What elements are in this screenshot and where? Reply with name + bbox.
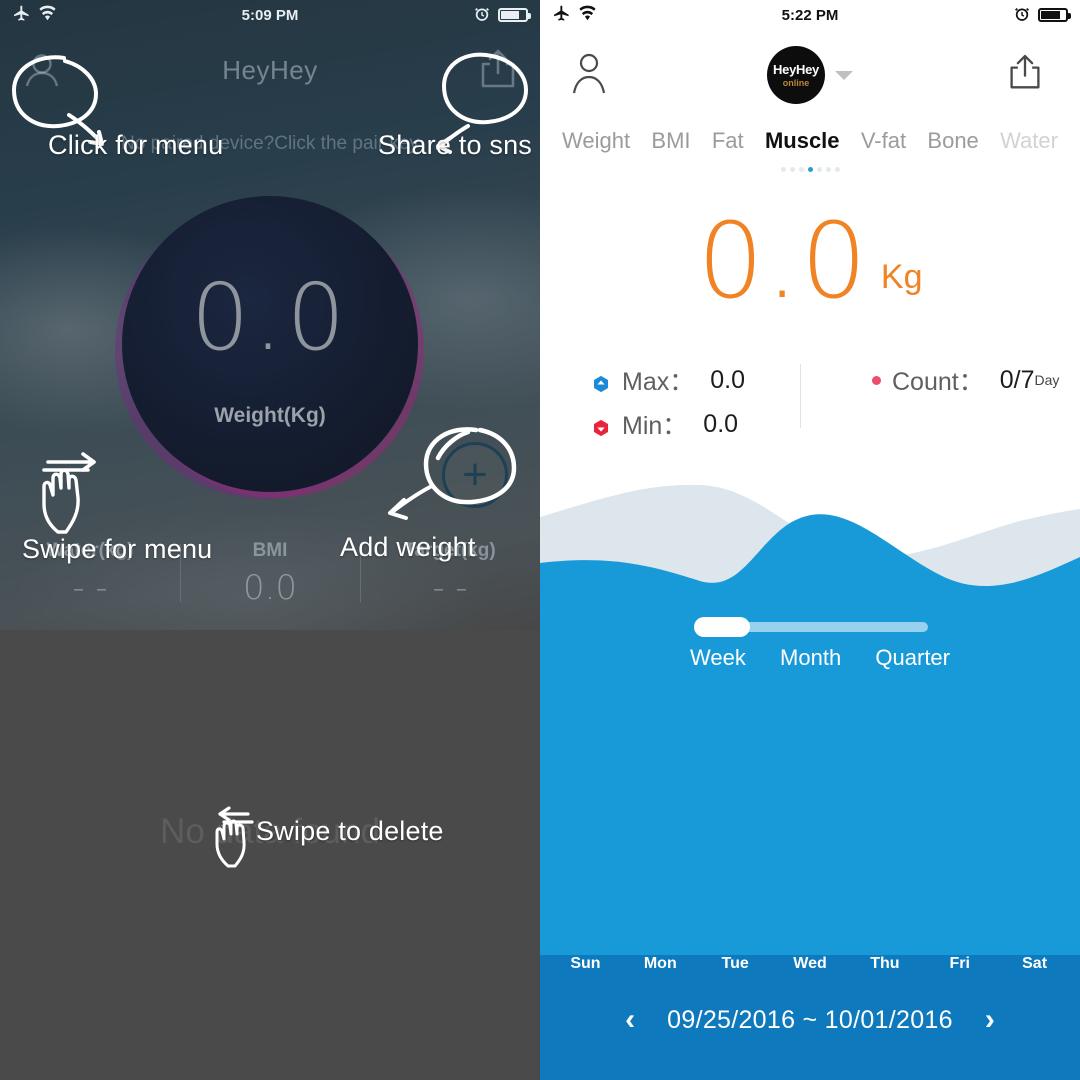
- period-slider-labels: Week Month Quarter: [690, 645, 950, 671]
- count-dot-icon: [872, 375, 881, 385]
- plus-icon: +: [462, 450, 488, 499]
- pager-dot-active: [807, 167, 813, 172]
- annotation-add-weight: Add weight: [340, 532, 476, 562]
- pager-dot: [834, 167, 840, 172]
- min-value: 0.0: [703, 409, 739, 438]
- battery-icon: [498, 8, 531, 22]
- right-screen-stats: 5:22 PM HeyHey online Weight BMI Fat Mus…: [540, 0, 1080, 1080]
- period-option-month[interactable]: Month: [780, 645, 841, 671]
- count-column: Count： 0/7 Day: [800, 358, 1080, 446]
- chevron-right-icon[interactable]: ›: [953, 1003, 1027, 1037]
- tab-weight[interactable]: Weight: [562, 128, 630, 154]
- max-up-hexagon-icon: [592, 371, 610, 393]
- annotation-share-to-sns: Share to sns: [378, 130, 532, 160]
- add-weight-button[interactable]: +: [442, 442, 508, 508]
- tab-bmi[interactable]: BMI: [651, 128, 690, 154]
- count-label: Count：: [892, 368, 984, 396]
- pager-dot: [798, 167, 804, 172]
- count-value: 0/7: [999, 365, 1035, 394]
- date-range-label: 09/25/2016 ~ 10/01/2016: [667, 1005, 953, 1034]
- count-line: Count： 0/7 Day: [872, 358, 1080, 402]
- period-slider-knob[interactable]: [694, 617, 750, 637]
- dial-label: Weight(Kg): [214, 404, 326, 427]
- annotation-click-for-menu: Click for menu: [48, 130, 224, 160]
- stat-value: 0.0: [242, 568, 298, 608]
- weekday-label: Thu: [870, 955, 900, 972]
- pager-dot: [780, 167, 786, 172]
- annotation-swipe-to-delete: Swipe to delete: [256, 816, 444, 846]
- pager-dot: [816, 167, 822, 172]
- right-status-bar: 5:22 PM: [540, 0, 1080, 30]
- chevron-left-icon[interactable]: ‹: [593, 1003, 667, 1037]
- max-min-column: Max： 0.0 Min： 0.0: [540, 358, 800, 446]
- weekday-axis: Sun Mon Tue Wed Thu Fri Sat: [540, 955, 1080, 973]
- weekday-label: Wed: [793, 955, 827, 972]
- tab-vfat[interactable]: V-fat: [861, 128, 906, 154]
- logo-subtitle: online: [782, 78, 810, 88]
- lower-gray-area: [0, 630, 540, 1080]
- count-suffix: Day: [1034, 372, 1060, 388]
- pager-dot: [789, 167, 795, 172]
- max-value: 0.0: [710, 365, 745, 394]
- max-label: Max：: [622, 368, 695, 396]
- metric-tabs: Weight BMI Fat Muscle V-fat Bone Water: [540, 128, 1080, 154]
- stat-value: - -: [432, 568, 468, 608]
- period-slider-track[interactable]: [694, 617, 928, 637]
- tab-bone[interactable]: Bone: [927, 128, 978, 154]
- pager-dot: [825, 167, 831, 172]
- share-icon[interactable]: [470, 42, 526, 98]
- right-clock: 5:22 PM: [781, 6, 839, 24]
- left-screen-home: 5:09 PM HeyHey No paired device?Click th…: [0, 0, 540, 1080]
- tab-water[interactable]: Water: [1000, 128, 1058, 154]
- max-line: Max： 0.0: [592, 358, 800, 402]
- metrics-row: Max： 0.0 Min： 0.0 Count： 0/7 Day: [540, 358, 1080, 446]
- date-range-navigator: ‹ 09/25/2016 ~ 10/01/2016 ›: [540, 995, 1080, 1045]
- weekday-label: Sat: [1022, 955, 1048, 972]
- min-line: Min： 0.0: [592, 402, 800, 446]
- two-screen-comparison: 5:09 PM HeyHey No paired device?Click th…: [0, 0, 1080, 1080]
- tab-fat[interactable]: Fat: [712, 128, 744, 154]
- right-nav-bar: HeyHey online: [540, 30, 1080, 120]
- period-option-quarter[interactable]: Quarter: [875, 645, 950, 671]
- app-logo: HeyHey online: [767, 46, 825, 104]
- weekday-label: Tue: [721, 955, 749, 972]
- pager-dots: [540, 167, 1080, 172]
- weight-dial[interactable]: 0.0 Weight(Kg): [122, 196, 418, 492]
- wave-chart: [540, 484, 1080, 1080]
- min-down-hexagon-icon: [592, 415, 610, 437]
- weekday-label: Fri: [949, 955, 970, 972]
- left-nav-bar: HeyHey: [0, 30, 540, 110]
- reading-unit: Kg: [880, 257, 923, 296]
- chevron-down-icon[interactable]: [835, 70, 853, 80]
- battery-icon: [1038, 8, 1071, 22]
- period-option-week[interactable]: Week: [690, 645, 746, 671]
- share-icon[interactable]: [1000, 47, 1056, 103]
- min-label: Min：: [622, 412, 688, 440]
- dial-value: 0.0: [190, 264, 350, 371]
- app-title: HeyHey: [222, 54, 318, 85]
- annotation-swipe-for-menu: Swipe for menu: [22, 534, 213, 564]
- logo-title: HeyHey: [773, 62, 819, 77]
- left-status-bar: 5:09 PM: [0, 0, 540, 30]
- tab-muscle[interactable]: Muscle: [765, 128, 840, 154]
- stat-value: - -: [72, 568, 108, 608]
- weekday-label: Sun: [570, 955, 601, 972]
- logo-dropdown[interactable]: HeyHey online: [540, 46, 1080, 104]
- weekday-label: Mon: [643, 955, 677, 972]
- reading-display: 0.0 Kg: [540, 200, 1080, 322]
- left-clock: 5:09 PM: [241, 6, 299, 24]
- reading-value: 0.0: [697, 200, 869, 322]
